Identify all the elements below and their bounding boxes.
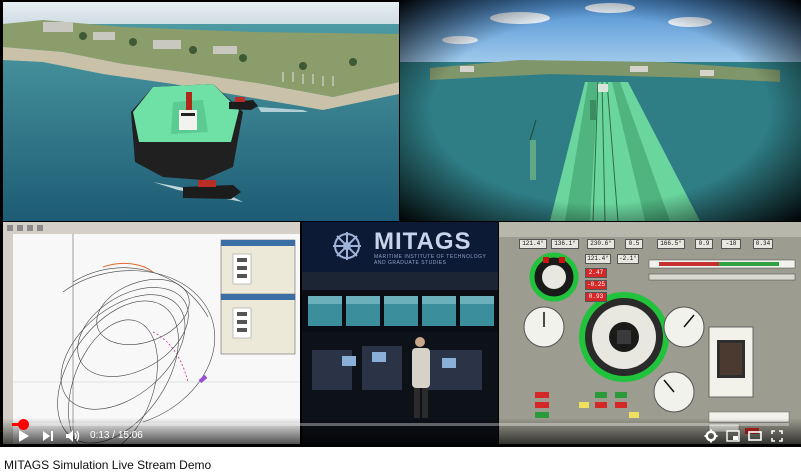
track-plot-view [3,222,300,444]
play-button[interactable] [16,429,32,443]
theater-icon [748,431,762,441]
next-icon [43,431,53,441]
volume-icon [66,430,80,442]
instrument-console-view: 121.4° 136.1° 230.6° 0.5 166.5° 0.9 -18 … [499,222,801,444]
theater-button[interactable] [747,429,763,443]
console-side-readout: 0.93 [585,292,607,302]
console-side-readout: 2.47 [585,268,607,278]
progress-bar[interactable] [12,419,789,430]
console-readout: -18 [721,239,741,249]
duration: 15:06 [117,430,143,441]
logo-name: MITAGS [374,228,472,255]
miniplayer-button[interactable] [725,429,741,443]
time-display: 0:13 / 15:06 [90,430,143,441]
fullscreen-button[interactable] [769,429,785,443]
play-icon [19,430,29,442]
bridge-simulator-view: MITAGS MARITIME INSTITUTE OF TECHNOLOGY … [302,222,498,444]
logo-subtitle: MARITIME INSTITUTE OF TECHNOLOGY AND GRA… [374,254,487,266]
video-title[interactable]: MITAGS Simulation Live Stream Demo [4,458,211,472]
gear-icon [704,429,718,443]
bow-view [400,0,801,221]
console-side-readout: 121.4° [585,254,611,264]
console-side-readout: -0.25 [585,280,607,290]
current-time: 0:13 [90,430,110,441]
console-readout: 0.9 [695,239,713,249]
fullscreen-icon [771,430,783,442]
console-readout: 136.1° [551,239,579,249]
time-separator: / [109,430,118,441]
console-readout: 166.5° [657,239,685,249]
console-readout: 121.4° [519,239,547,249]
mitags-logo: MITAGS MARITIME INSTITUTE OF TECHNOLOGY … [302,222,498,272]
settings-button[interactable] [703,429,719,443]
video-player[interactable]: MITAGS MARITIME INSTITUTE OF TECHNOLOGY … [0,0,801,447]
aerial-ship-view [3,2,399,221]
console-readout: 0.5 [625,239,643,249]
next-button[interactable] [40,429,56,443]
console-readout: 230.6° [587,239,615,249]
miniplayer-icon [726,430,740,442]
volume-button[interactable] [64,429,82,443]
console-side-readout: -2.1° [617,254,639,264]
console-readout: 0.34 [753,239,773,249]
